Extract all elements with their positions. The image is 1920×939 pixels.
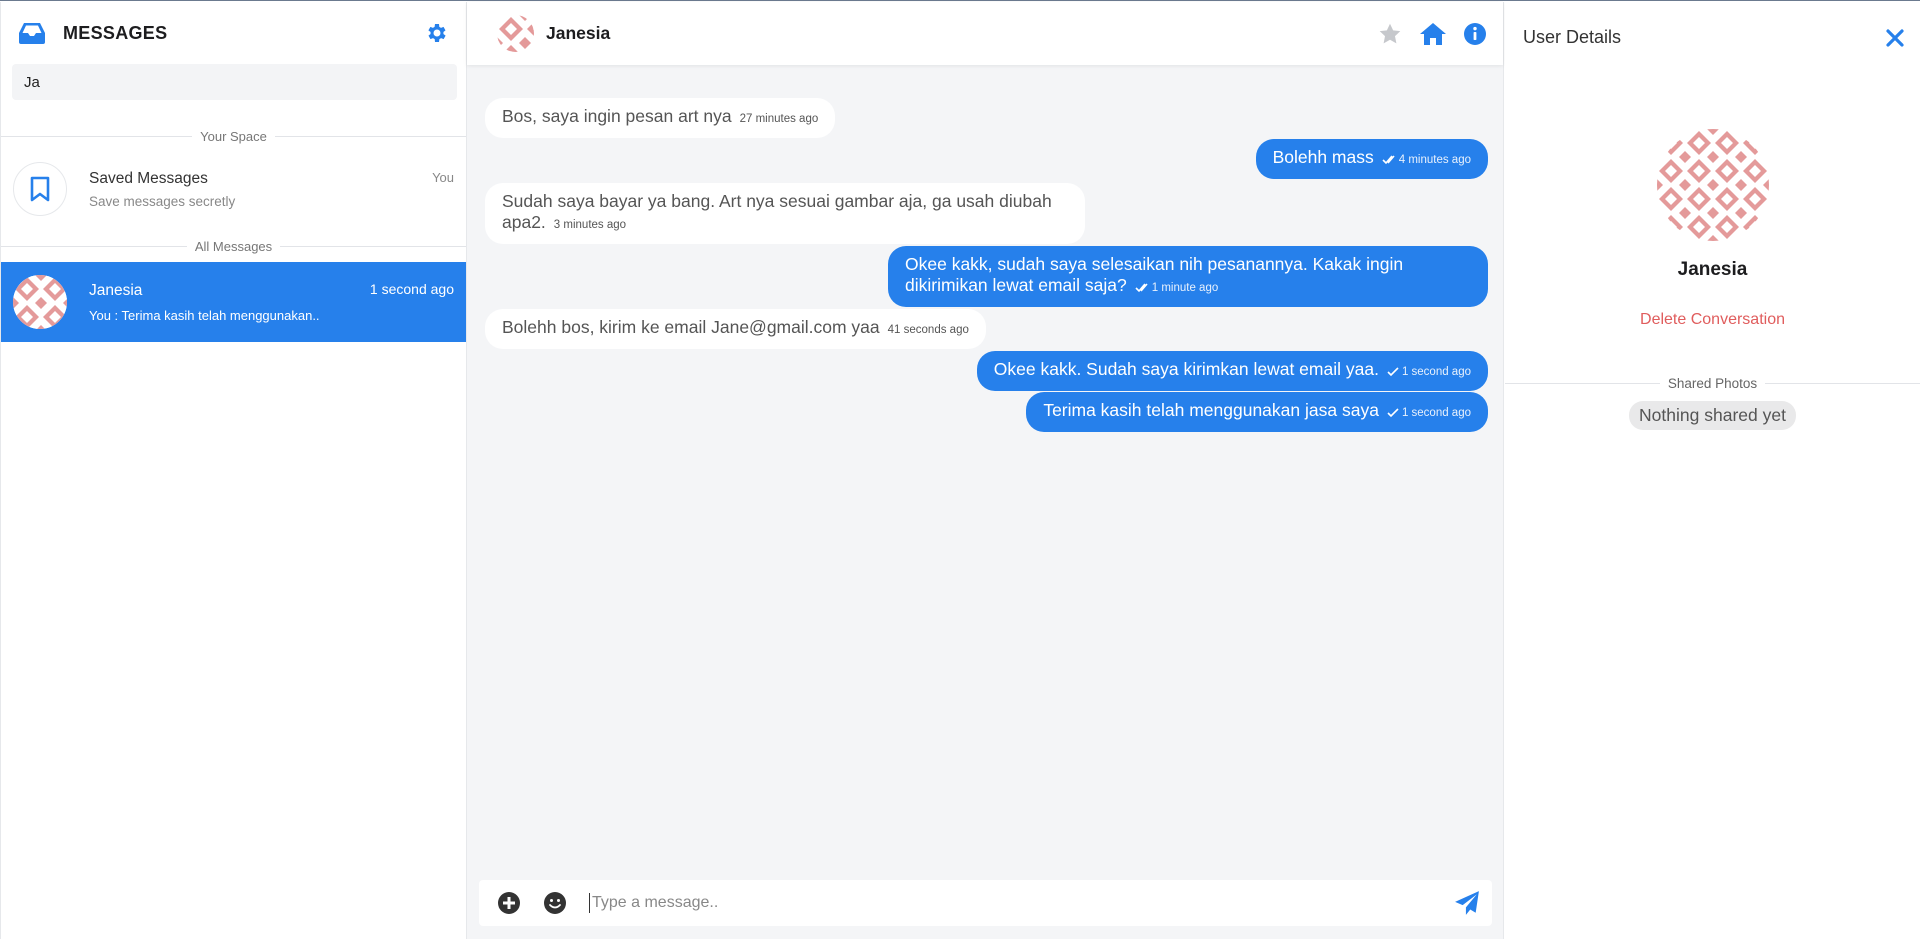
saved-messages-subtitle: Save messages secretly [89, 193, 236, 209]
message-outgoing: Terima kasih telah menggunakan jasa saya… [1026, 392, 1488, 432]
saved-messages-title: Saved Messages [89, 169, 208, 187]
message-incoming: Bolehh bos, kirim ke email Jane@gmail.co… [485, 309, 986, 349]
message-outgoing: Okee kakk, sudah saya selesaikan nih pes… [888, 246, 1488, 307]
info-icon[interactable] [1463, 22, 1487, 46]
home-icon[interactable] [1419, 22, 1447, 46]
close-icon[interactable] [1886, 29, 1904, 47]
saved-messages-item[interactable]: Saved Messages Save messages secretly Yo… [1, 150, 466, 228]
details-header: User Details [1505, 2, 1920, 94]
message-text: Terima kasih telah menggunakan jasa saya [1043, 400, 1379, 420]
check-icon [1387, 367, 1399, 377]
details-title: User Details [1523, 26, 1622, 47]
chat-header: Janesia [467, 2, 1503, 65]
emoji-icon[interactable] [543, 891, 567, 915]
check-icon [1387, 408, 1399, 418]
conversation-time: 1 second ago [369, 281, 454, 297]
all-messages-label: All Messages [186, 239, 281, 254]
gear-icon[interactable] [424, 21, 448, 45]
shared-photos-empty-badge: Nothing shared yet [1629, 401, 1796, 430]
chat-app: MESSAGES Your Space Saved Messages Save … [0, 0, 1920, 939]
avatar [13, 275, 67, 329]
message-time: 27 minutes ago [739, 113, 819, 125]
inbox-icon [19, 23, 45, 44]
message-incoming: Sudah saya bayar ya bang. Art nya sesuai… [485, 183, 1085, 244]
saved-messages-meta: You [432, 170, 454, 185]
message-time: 3 minutes ago [553, 219, 627, 231]
message-text: Okee kakk. Sudah saya kirimkan lewat ema… [993, 359, 1379, 379]
delete-conversation-link[interactable]: Delete Conversation [1505, 311, 1920, 329]
message-time: 41 seconds ago [887, 324, 969, 336]
message-time: 1 second ago [1401, 366, 1471, 378]
double-check-icon [1382, 155, 1395, 165]
shared-photos-divider: Shared Photos [1505, 375, 1920, 391]
double-check-icon [1135, 283, 1148, 293]
message-input[interactable] [589, 893, 1454, 913]
all-messages-divider: All Messages [1, 238, 466, 254]
details-user-name: Janesia [1677, 259, 1748, 280]
sidebar-header: MESSAGES [1, 2, 466, 64]
bookmark-icon [30, 176, 50, 202]
message-outgoing: Bolehh mass 4 minutes ago [1255, 139, 1488, 179]
message-composer [479, 880, 1492, 926]
sidebar-title: MESSAGES [63, 22, 168, 43]
conversation-name: Janesia [89, 281, 143, 299]
message-text: Bolehh mass [1272, 147, 1374, 167]
conversations-sidebar: MESSAGES Your Space Saved Messages Save … [0, 2, 467, 939]
message-time: 1 second ago [1401, 407, 1471, 419]
avatar [1656, 129, 1769, 241]
message-text: Bos, saya ingin pesan art nya [502, 106, 732, 126]
conversation-item-janesia[interactable]: Janesia You : Terima kasih telah menggun… [1, 262, 466, 342]
chat-contact-name: Janesia [546, 23, 611, 43]
avatar[interactable] [497, 15, 534, 52]
search-input[interactable] [12, 64, 457, 100]
conversation-preview: You : Terima kasih telah menggunakan.. [89, 307, 320, 323]
message-text: Bolehh bos, kirim ke email Jane@gmail.co… [502, 317, 880, 337]
your-space-divider: Your Space [1, 128, 466, 144]
plus-circle-icon[interactable] [497, 891, 521, 915]
send-icon[interactable] [1454, 890, 1480, 916]
your-space-label: Your Space [192, 129, 275, 144]
message-time: 4 minutes ago [1398, 154, 1471, 166]
star-icon[interactable] [1377, 21, 1403, 47]
saved-messages-avatar [13, 162, 67, 216]
message-incoming: Bos, saya ingin pesan art nya 27 minutes … [485, 98, 836, 138]
message-time: 1 minute ago [1151, 282, 1219, 294]
chat-panel: Janesia Bos, saya ingin pesan art nya 27 … [467, 2, 1504, 939]
message-outgoing: Okee kakk. Sudah saya kirimkan lewat ema… [976, 351, 1488, 391]
shared-photos-label: Shared Photos [1659, 376, 1766, 391]
user-details-panel: User Details Janesia Delete Conversation… [1505, 2, 1920, 939]
